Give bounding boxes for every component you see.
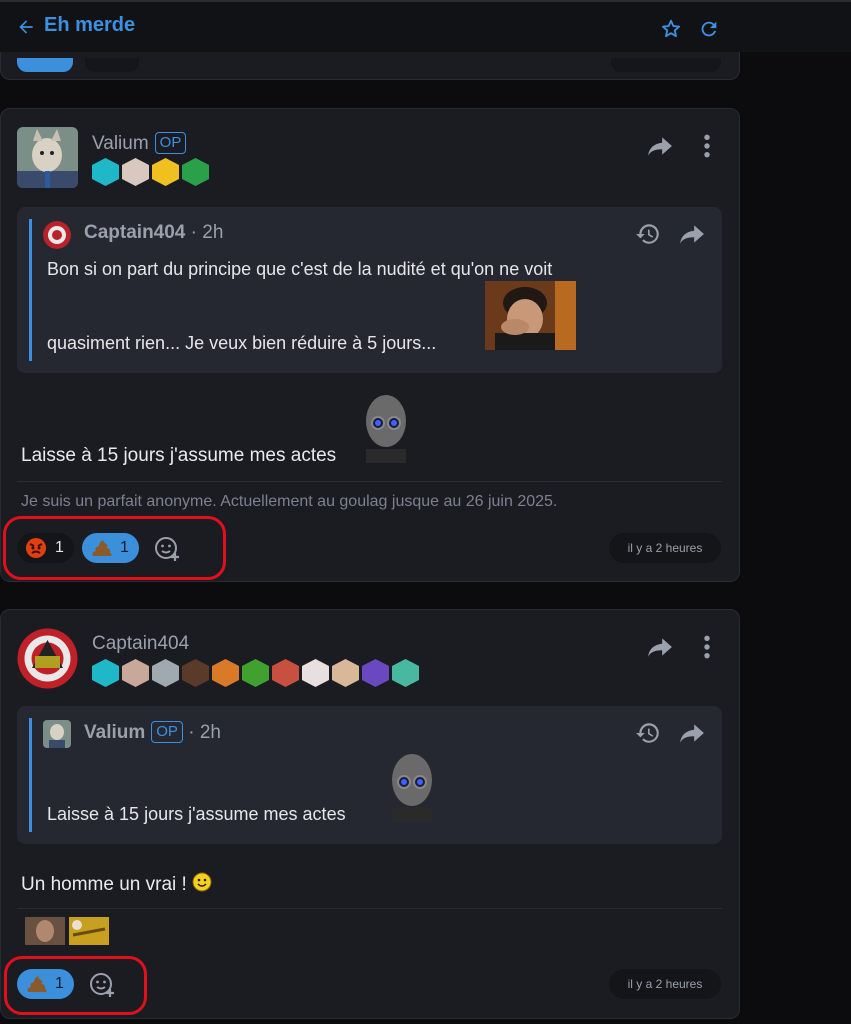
badge-icon[interactable]: [182, 158, 209, 186]
share-icon[interactable]: [679, 722, 705, 744]
share-icon[interactable]: [679, 223, 705, 245]
quote-avatar[interactable]: [43, 720, 71, 748]
quote-text: Bon si on part du principe que c'est de …: [47, 259, 553, 279]
history-icon[interactable]: [635, 720, 661, 746]
author-name[interactable]: Captain404: [92, 633, 189, 655]
divider: [17, 481, 722, 482]
quote-avatar[interactable]: [43, 221, 71, 249]
badge-icon[interactable]: [152, 158, 179, 186]
badge-icon[interactable]: [182, 659, 209, 687]
avatar[interactable]: [17, 127, 78, 188]
badge-icon[interactable]: [362, 659, 389, 687]
quote-bar: [29, 718, 32, 832]
star-icon[interactable]: [660, 18, 682, 40]
badge-list: [92, 659, 419, 687]
badge-icon[interactable]: [122, 158, 149, 186]
badge-icon[interactable]: [392, 659, 419, 687]
post-card: Valium OP Captain404 · 2h Bon si on part …: [0, 108, 740, 582]
quote-author[interactable]: Captain404 · 2h: [84, 222, 223, 244]
highlight-box: [4, 956, 147, 1015]
badge-icon[interactable]: [92, 659, 119, 687]
op-badge: OP: [151, 721, 183, 743]
timestamp: il y a 2 heures: [609, 533, 721, 563]
more-options-icon[interactable]: [700, 133, 714, 159]
more-options-icon[interactable]: [700, 634, 714, 660]
badge-list: [92, 158, 209, 186]
arrow-left-icon[interactable]: [16, 17, 36, 37]
author-name[interactable]: Valium OP: [92, 132, 187, 155]
share-icon[interactable]: [647, 135, 673, 157]
badge-icon[interactable]: [92, 158, 119, 186]
quote-bar: [29, 219, 32, 361]
divider: [17, 908, 722, 909]
smiley-icon: [192, 872, 212, 892]
sticker-image[interactable]: [485, 281, 576, 350]
quote-text: quasiment rien... Je veux bien réduire à…: [47, 333, 437, 353]
badge-icon[interactable]: [122, 659, 149, 687]
sticker-image[interactable]: [361, 393, 411, 463]
badge-icon[interactable]: [272, 659, 299, 687]
timestamp-chip: [611, 58, 721, 72]
quote-author[interactable]: Valium OP · 2h: [84, 721, 221, 744]
badge-icon[interactable]: [242, 659, 269, 687]
post-body: Laisse à 15 jours j'assume mes actes: [21, 445, 337, 466]
badge-icon[interactable]: [152, 659, 179, 687]
post-body: Un homme un vrai !: [21, 872, 212, 896]
badge-icon[interactable]: [302, 659, 329, 687]
signature-image[interactable]: [25, 917, 65, 945]
quoted-post[interactable]: Captain404 · 2h Bon si on part du princi…: [17, 207, 722, 373]
share-icon[interactable]: [647, 636, 673, 658]
badge-icon[interactable]: [212, 659, 239, 687]
signature-image[interactable]: [69, 917, 109, 945]
op-badge: OP: [154, 132, 187, 154]
quoted-post[interactable]: Valium OP · 2h Laisse à 15 jours j'assume…: [17, 706, 722, 844]
sticker-image[interactable]: [387, 752, 437, 822]
history-icon[interactable]: [635, 221, 661, 247]
reaction-chip[interactable]: [85, 58, 139, 72]
signature: Je suis un parfait anonyme. Actuellement…: [21, 493, 558, 510]
badge-icon[interactable]: [332, 659, 359, 687]
page-title: Eh merde: [44, 14, 136, 36]
avatar[interactable]: [17, 628, 78, 689]
refresh-icon[interactable]: [698, 18, 720, 40]
quote-text: Laisse à 15 jours j'assume mes actes: [47, 804, 346, 824]
timestamp: il y a 2 heures: [609, 969, 721, 999]
top-bar: Eh merde: [0, 0, 851, 52]
reaction-chip[interactable]: [17, 58, 73, 72]
highlight-box: [3, 516, 226, 580]
